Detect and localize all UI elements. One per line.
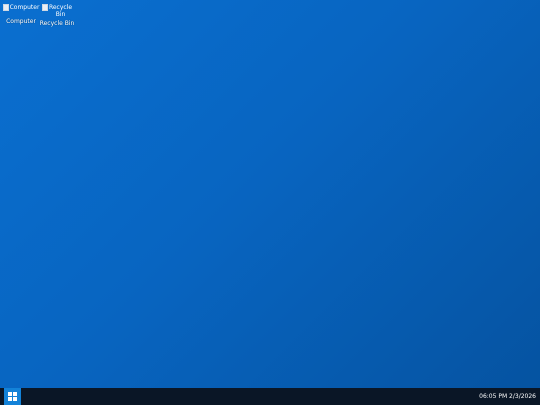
broken-image-icon	[2, 4, 9, 11]
broken-image-icon	[41, 4, 48, 11]
recycle-bin-icon: Recycle Bin	[41, 4, 73, 18]
desktop: Computer Computer Recycle Bin Recycle Bi…	[0, 0, 540, 388]
computer-icon: Computer	[2, 4, 40, 16]
recycle-bin-icon-alt-line2: Bin	[55, 11, 66, 18]
taskbar: 06:05 PM 2/3/2026	[0, 388, 540, 405]
recycle-bin-icon-alt-line1: Recycle	[48, 4, 73, 11]
desktop-icon-computer[interactable]: Computer Computer	[2, 4, 40, 25]
windows-logo-icon	[8, 392, 17, 401]
start-button[interactable]	[4, 388, 21, 405]
desktop-icon-label: Computer	[6, 18, 36, 25]
computer-icon-alt: Computer	[9, 4, 40, 11]
desktop-icon-recycle-bin[interactable]: Recycle Bin Recycle Bin	[39, 4, 75, 27]
desktop-icon-label: Recycle Bin	[39, 20, 75, 27]
taskbar-clock[interactable]: 06:05 PM 2/3/2026	[479, 388, 536, 405]
